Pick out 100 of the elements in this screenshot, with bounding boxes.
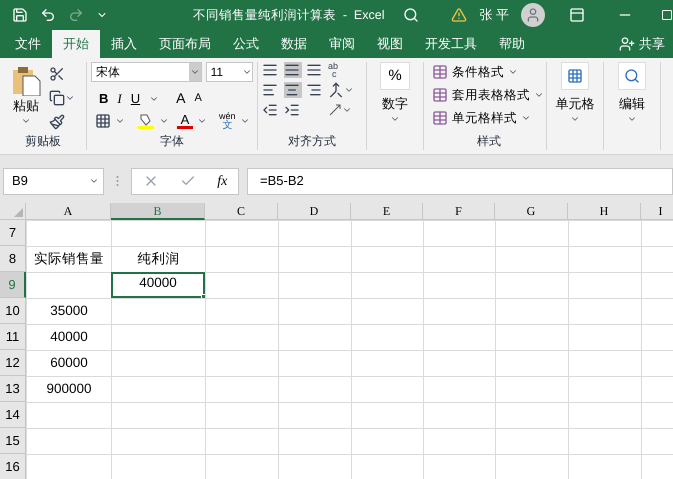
table-cell[interactable] — [205, 428, 278, 454]
bold-button[interactable]: B — [99, 88, 108, 108]
table-cell[interactable] — [568, 324, 641, 350]
row-header[interactable]: 16 — [0, 454, 26, 479]
row-header[interactable]: 12 — [0, 350, 26, 376]
table-cell[interactable] — [495, 428, 568, 454]
decrease-indent-icon[interactable] — [262, 102, 278, 118]
top-align-icon[interactable] — [262, 62, 278, 78]
table-cell[interactable] — [351, 272, 423, 298]
table-cell[interactable] — [278, 402, 351, 428]
avatar[interactable] — [521, 3, 545, 27]
ribbon-tab[interactable]: 开发工具 — [414, 30, 488, 58]
insert-function-button[interactable]: fx — [217, 170, 228, 192]
align-left-icon[interactable] — [262, 82, 278, 98]
ribbon-tab[interactable]: 数据 — [270, 30, 318, 58]
table-cell[interactable] — [495, 246, 568, 272]
row-header[interactable]: 9 — [0, 272, 26, 298]
ribbon-tab[interactable]: 开始 — [52, 30, 100, 58]
table-cell[interactable] — [111, 376, 205, 402]
column-header[interactable]: F — [423, 203, 495, 220]
table-cell[interactable] — [641, 272, 673, 298]
table-cell[interactable] — [351, 402, 423, 428]
column-header[interactable]: B — [111, 203, 205, 220]
table-cell[interactable] — [423, 428, 495, 454]
row-header[interactable]: 13 — [0, 376, 26, 402]
row-header[interactable]: 7 — [0, 220, 26, 246]
column-header[interactable]: H — [568, 203, 641, 220]
table-cell[interactable] — [568, 272, 641, 298]
style-menu-button[interactable]: 单元格样式 — [432, 108, 546, 128]
borders-icon[interactable] — [95, 113, 111, 129]
style-menu-button[interactable]: 套用表格格式 — [432, 85, 546, 105]
bottom-align-icon[interactable] — [306, 62, 322, 78]
italic-button[interactable]: I — [117, 88, 122, 108]
ribbon-display-icon[interactable] — [569, 7, 585, 23]
table-cell[interactable] — [641, 246, 673, 272]
table-cell[interactable] — [351, 298, 423, 324]
table-cell[interactable] — [111, 428, 205, 454]
table-cell[interactable] — [205, 324, 278, 350]
table-cell[interactable]: 40000 — [26, 324, 111, 350]
table-cell[interactable] — [423, 272, 495, 298]
number-format-button[interactable]: % 数字 — [380, 62, 410, 124]
table-cell[interactable] — [205, 350, 278, 376]
table-cell[interactable] — [423, 454, 495, 479]
table-cell[interactable] — [495, 220, 568, 246]
table-cell[interactable] — [423, 324, 495, 350]
table-cell[interactable] — [278, 298, 351, 324]
ribbon-tab[interactable]: 视图 — [366, 30, 414, 58]
table-cell[interactable] — [641, 220, 673, 246]
table-cell[interactable] — [205, 402, 278, 428]
table-cell[interactable] — [205, 246, 278, 272]
table-cell[interactable] — [423, 350, 495, 376]
table-cell[interactable] — [111, 220, 205, 246]
table-cell[interactable] — [351, 324, 423, 350]
phonetic-button[interactable]: wén 文 — [219, 112, 236, 130]
increase-indent-icon[interactable] — [284, 102, 300, 118]
drag-handle-icon[interactable] — [116, 175, 119, 187]
table-cell[interactable] — [568, 298, 641, 324]
orientation-icon[interactable] — [328, 103, 342, 117]
table-cell[interactable] — [205, 298, 278, 324]
table-cell[interactable] — [26, 272, 111, 298]
table-cell[interactable] — [351, 454, 423, 479]
table-cell[interactable] — [111, 298, 205, 324]
table-cell[interactable] — [351, 220, 423, 246]
fill-color-icon[interactable] — [137, 112, 155, 130]
table-cell[interactable] — [568, 220, 641, 246]
save-button[interactable] — [12, 7, 28, 23]
table-cell[interactable]: 60000 — [26, 350, 111, 376]
table-cell[interactable] — [423, 220, 495, 246]
column-header[interactable]: I — [641, 203, 673, 220]
table-cell[interactable] — [423, 298, 495, 324]
ribbon-tab[interactable]: 公式 — [222, 30, 270, 58]
table-cell[interactable] — [495, 324, 568, 350]
column-header[interactable]: D — [278, 203, 351, 220]
table-cell[interactable] — [495, 402, 568, 428]
table-cell[interactable] — [641, 350, 673, 376]
ribbon-tab[interactable]: 插入 — [100, 30, 148, 58]
table-cell[interactable] — [205, 454, 278, 479]
table-cell[interactable] — [278, 350, 351, 376]
table-cell[interactable] — [26, 428, 111, 454]
table-cell[interactable] — [495, 298, 568, 324]
table-cell[interactable] — [568, 402, 641, 428]
table-cell[interactable] — [495, 272, 568, 298]
undo-button[interactable] — [40, 7, 56, 23]
table-cell[interactable] — [111, 324, 205, 350]
align-center-icon[interactable] — [284, 82, 300, 98]
table-cell[interactable] — [205, 220, 278, 246]
table-cell[interactable] — [278, 220, 351, 246]
table-cell[interactable] — [641, 428, 673, 454]
table-cell[interactable] — [26, 454, 111, 479]
column-header[interactable]: G — [495, 203, 568, 220]
ribbon-tab[interactable]: 帮助 — [488, 30, 536, 58]
row-header[interactable]: 15 — [0, 428, 26, 454]
table-cell[interactable] — [641, 376, 673, 402]
table-cell[interactable] — [568, 350, 641, 376]
font-name-field[interactable]: 宋体 — [91, 62, 202, 82]
row-header[interactable]: 14 — [0, 402, 26, 428]
table-cell[interactable]: 900000 — [26, 376, 111, 402]
middle-align-icon[interactable] — [284, 62, 300, 78]
column-header[interactable]: A — [26, 203, 111, 220]
underline-button[interactable]: U — [130, 88, 140, 108]
